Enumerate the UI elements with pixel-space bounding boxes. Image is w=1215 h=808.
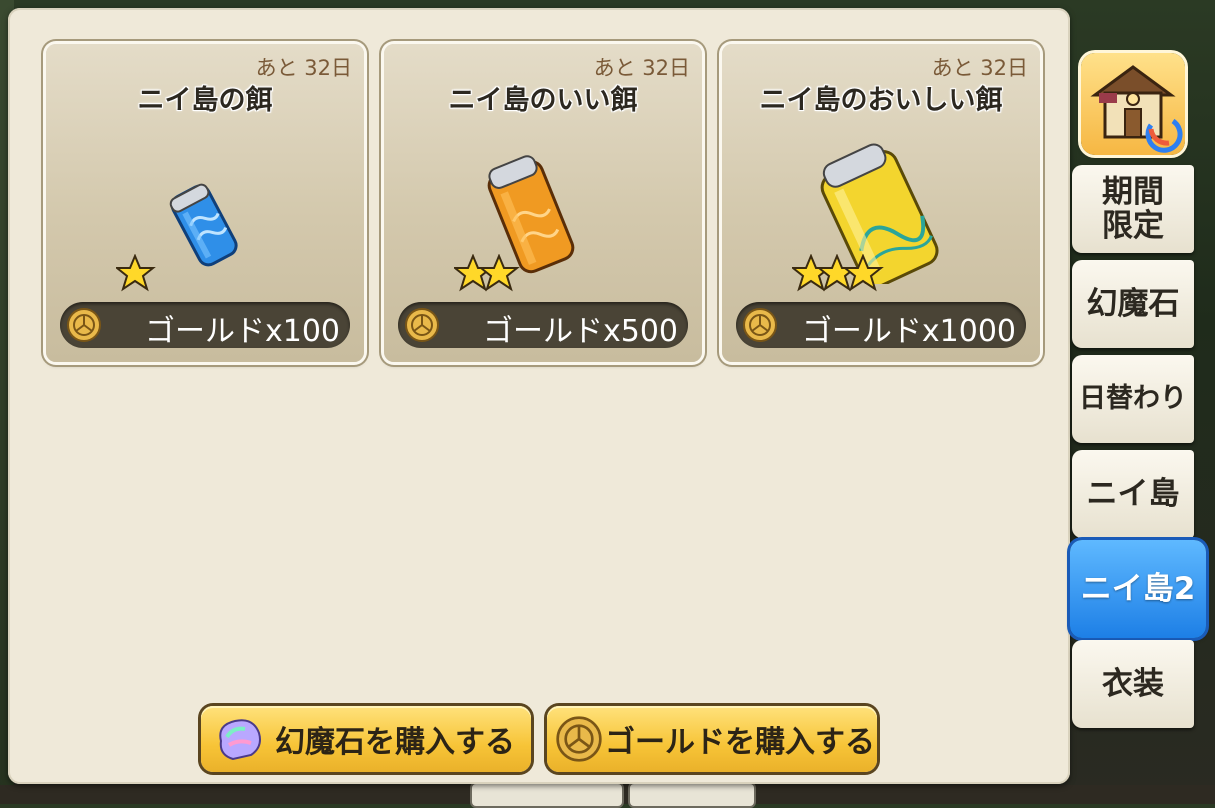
gem-icon	[219, 719, 261, 761]
tab-label: 日替わり	[1079, 383, 1187, 415]
rarity-stars	[116, 254, 156, 292]
item-price: ゴールドx500	[482, 314, 678, 349]
gold-coin-icon	[67, 308, 101, 342]
tab-label: ニイ島2	[1080, 570, 1196, 607]
hidden-bottom-button-2	[628, 782, 756, 808]
gold-coin-icon	[743, 308, 777, 342]
buy-genmaseki-button[interactable]: 幻魔石を購入する	[201, 706, 531, 772]
tab-genmaseki[interactable]: 幻魔石	[1072, 260, 1194, 348]
gold-coin-icon	[405, 308, 439, 342]
price-bar: ゴールドx1000	[736, 302, 1026, 349]
buy-button-label: ゴールドを購入する	[605, 725, 875, 760]
item-name: ニイ島の餌	[137, 85, 273, 116]
tab-nii-island-2[interactable]: ニイ島2	[1070, 540, 1206, 638]
hidden-bottom-button-1	[470, 782, 624, 808]
buy-button-label: 幻魔石を購入する	[275, 725, 515, 760]
tab-label: ニイ島	[1086, 475, 1180, 512]
item-name: ニイ島のおいしい餌	[759, 85, 1003, 116]
shop-item-card[interactable]: あと 32日 ニイ島の餌 ゴールドx100	[46, 44, 364, 362]
price-bar: ゴールドx500	[398, 302, 688, 349]
item-price: ゴールドx100	[144, 314, 340, 349]
rarity-stars	[792, 254, 884, 292]
tab-daily[interactable]: 日替わり	[1072, 355, 1194, 443]
tab-costume[interactable]: 衣装	[1072, 640, 1194, 728]
tab-nii-island[interactable]: ニイ島	[1072, 450, 1194, 538]
gold-coin-icon	[556, 716, 602, 762]
tab-limited[interactable]: 期間 限定	[1072, 165, 1194, 253]
item-name: ニイ島のいい餌	[448, 85, 638, 116]
price-bar: ゴールドx100	[60, 302, 350, 349]
shop-house-icon	[1090, 65, 1183, 153]
shop-item-card[interactable]: あと 32日 ニイ島のいい餌 ゴールドx500	[384, 44, 702, 362]
shop-item-card[interactable]: あと 32日 ニイ島のおいしい餌 ゴールドx1000	[722, 44, 1040, 362]
rarity-stars	[454, 254, 520, 292]
tab-label: 期間 限定	[1102, 173, 1164, 244]
buy-gold-button[interactable]: ゴールドを購入する	[547, 706, 877, 772]
item-price: ゴールドx1000	[801, 314, 1016, 349]
tab-label: 幻魔石	[1086, 285, 1180, 322]
tab-label: 衣装	[1102, 665, 1164, 702]
shop-switch-button[interactable]	[1081, 53, 1185, 155]
